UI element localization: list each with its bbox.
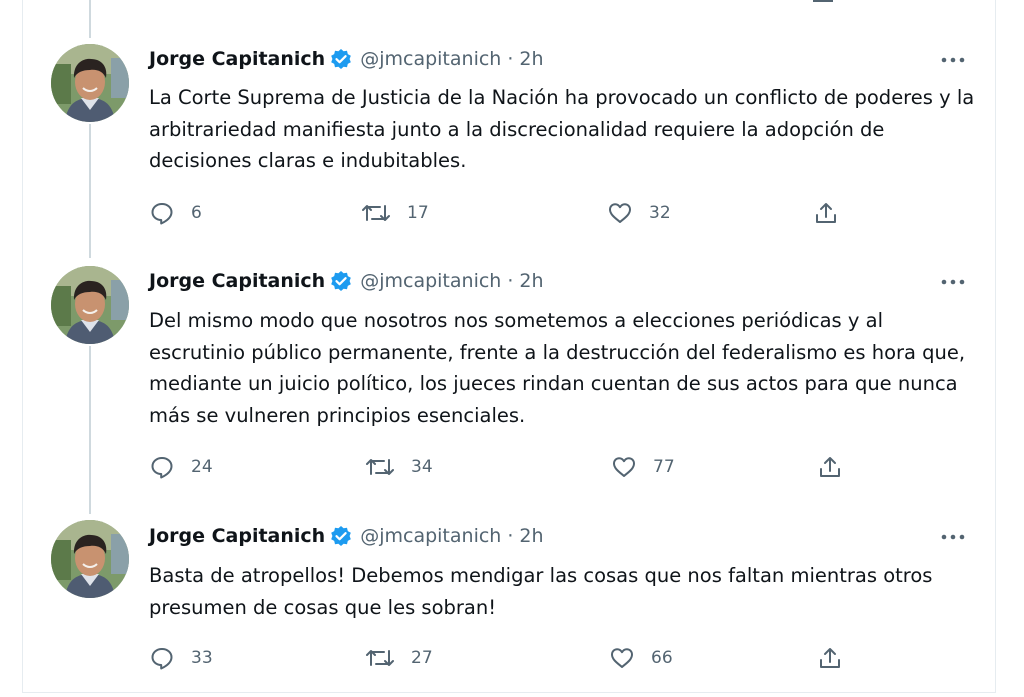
tweet-actions: 24 34 77 (149, 452, 840, 482)
avatar[interactable] (51, 520, 129, 598)
reply-icon (151, 457, 173, 479)
timestamp[interactable]: 2h (519, 525, 543, 547)
like-button[interactable]: 32 (607, 198, 671, 228)
reply-icon (151, 203, 173, 225)
author-name[interactable]: Jorge Capitanich (149, 48, 325, 70)
retweet-icon (366, 459, 394, 475)
reply-button[interactable]: 24 (149, 452, 213, 482)
thread-line (89, 124, 91, 258)
like-icon (613, 457, 635, 477)
retweet-button[interactable]: 27 (365, 643, 433, 673)
like-icon[interactable] (613, 0, 637, 4)
tweet-header: Jorge Capitanich @jmcapitanich · 2h (149, 48, 544, 70)
retweet-button[interactable]: 17 (361, 198, 429, 228)
separator-dot: · (507, 525, 514, 547)
tweet-actions: 6 17 32 (149, 198, 839, 228)
avatar[interactable] (51, 266, 129, 344)
separator-dot: · (507, 48, 514, 70)
previous-tweet-actions (23, 0, 997, 4)
retweet-count: 17 (407, 203, 429, 223)
like-count: 66 (651, 648, 673, 668)
like-count: 77 (653, 457, 675, 477)
reply-button[interactable]: 33 (149, 643, 213, 673)
retweet-button[interactable]: 34 (365, 452, 433, 482)
tweet-text: Del mismo modo que nosotros nos sometemo… (149, 309, 966, 427)
thread-line (89, 346, 91, 514)
share-icon (820, 457, 840, 477)
more-options-icon[interactable] (939, 50, 967, 70)
like-icon (611, 648, 633, 668)
reply-count: 6 (191, 203, 202, 223)
reply-button[interactable]: 6 (149, 198, 202, 228)
retweet-icon (362, 205, 390, 221)
retweet-count: 34 (411, 457, 433, 477)
tweet-thread: Jorge Capitanich @jmcapitanich · 2h La C… (22, 0, 996, 693)
like-count: 32 (649, 203, 671, 223)
verified-badge-icon (330, 270, 352, 292)
retweet-count: 27 (411, 648, 433, 668)
timestamp[interactable]: 2h (519, 48, 543, 70)
verified-badge-icon (330, 48, 352, 70)
timestamp[interactable]: 2h (519, 270, 543, 292)
share-button[interactable] (817, 643, 843, 673)
like-button[interactable]: 77 (611, 452, 675, 482)
reply-count: 24 (191, 457, 213, 477)
reply-count: 33 (191, 648, 213, 668)
author-name[interactable]: Jorge Capitanich (149, 525, 325, 547)
share-icon (820, 648, 840, 668)
avatar[interactable] (51, 44, 129, 122)
tweet-actions: 33 27 66 (149, 643, 840, 673)
more-options-icon[interactable] (939, 527, 967, 547)
retweet-icon (366, 650, 394, 666)
like-icon (609, 203, 631, 223)
share-button[interactable] (817, 452, 843, 482)
tweet-text: Basta de atropellos! Debemos mendigar la… (149, 564, 933, 619)
share-icon (816, 203, 836, 223)
author-handle[interactable]: @jmcapitanich (360, 270, 501, 292)
separator-dot: · (507, 270, 514, 292)
reply-icon (151, 648, 173, 670)
tweet-header: Jorge Capitanich @jmcapitanich · 2h (149, 270, 544, 292)
author-handle[interactable]: @jmcapitanich (360, 525, 501, 547)
author-name[interactable]: Jorge Capitanich (149, 270, 325, 292)
tweet-text: La Corte Suprema de Justicia de la Nació… (149, 86, 975, 172)
like-button[interactable]: 66 (609, 643, 673, 673)
author-handle[interactable]: @jmcapitanich (360, 48, 501, 70)
thread-line (89, 0, 91, 38)
share-button[interactable] (813, 198, 839, 228)
more-options-icon[interactable] (939, 272, 967, 292)
tweet-header: Jorge Capitanich @jmcapitanich · 2h (149, 525, 544, 547)
share-icon[interactable] (811, 0, 835, 4)
reply-icon[interactable] (171, 0, 195, 4)
verified-badge-icon (330, 525, 352, 547)
